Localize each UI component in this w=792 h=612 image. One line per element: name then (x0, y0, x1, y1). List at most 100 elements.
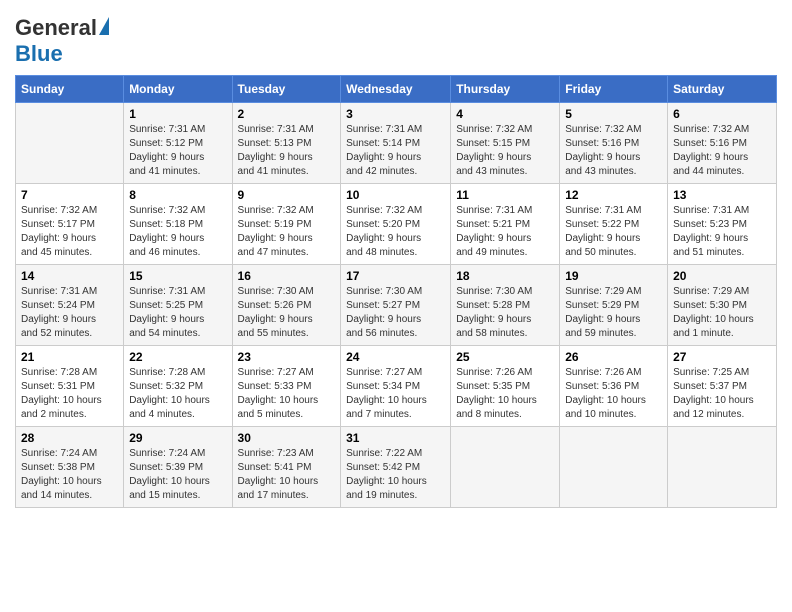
day-number: 21 (21, 350, 118, 364)
calendar-day-cell: 17 Sunrise: 7:30 AM Sunset: 5:27 PM Dayli… (341, 265, 451, 346)
calendar-day-cell: 16 Sunrise: 7:30 AM Sunset: 5:26 PM Dayli… (232, 265, 341, 346)
day-info: Sunrise: 7:25 AM Sunset: 5:37 PM Dayligh… (673, 366, 771, 422)
day-number: 19 (565, 269, 662, 283)
calendar-day-cell: 3 Sunrise: 7:31 AM Sunset: 5:14 PM Daylig… (341, 103, 451, 184)
day-number: 10 (346, 188, 445, 202)
day-info: Sunrise: 7:32 AM Sunset: 5:15 PM Dayligh… (456, 123, 554, 179)
day-number: 14 (21, 269, 118, 283)
calendar-day-cell: 20Sunrise: 7:29 AM Sunset: 5:30 PM Dayli… (668, 265, 777, 346)
calendar-week-row: 21Sunrise: 7:28 AM Sunset: 5:31 PM Dayli… (16, 346, 777, 427)
weekday-header-cell: Friday (560, 76, 668, 103)
page-header: General Blue (15, 15, 777, 67)
day-info: Sunrise: 7:30 AM Sunset: 5:27 PM Dayligh… (346, 285, 445, 341)
day-number: 5 (565, 107, 662, 121)
calendar-week-row: 28 Sunrise: 7:24 AM Sunset: 5:38 PM Dayli… (16, 427, 777, 508)
calendar-day-cell: 12 Sunrise: 7:31 AM Sunset: 5:22 PM Dayli… (560, 184, 668, 265)
day-number: 25 (456, 350, 554, 364)
calendar-day-cell: 1 Sunrise: 7:31 AM Sunset: 5:12 PM Daylig… (124, 103, 232, 184)
calendar-day-cell: 27Sunrise: 7:25 AM Sunset: 5:37 PM Dayli… (668, 346, 777, 427)
calendar-day-cell: 22 Sunrise: 7:28 AM Sunset: 5:32 PM Dayli… (124, 346, 232, 427)
day-info: Sunrise: 7:31 AM Sunset: 5:25 PM Dayligh… (129, 285, 226, 341)
calendar-day-cell: 11 Sunrise: 7:31 AM Sunset: 5:21 PM Dayli… (451, 184, 560, 265)
calendar-day-cell: 28 Sunrise: 7:24 AM Sunset: 5:38 PM Dayli… (16, 427, 124, 508)
day-info: Sunrise: 7:26 AM Sunset: 5:35 PM Dayligh… (456, 366, 554, 422)
day-number: 22 (129, 350, 226, 364)
day-info: Sunrise: 7:28 AM Sunset: 5:32 PM Dayligh… (129, 366, 226, 422)
day-number: 4 (456, 107, 554, 121)
day-number: 12 (565, 188, 662, 202)
weekday-header-cell: Thursday (451, 76, 560, 103)
logo: General Blue (15, 15, 109, 67)
calendar-day-cell: 25 Sunrise: 7:26 AM Sunset: 5:35 PM Dayli… (451, 346, 560, 427)
day-info: Sunrise: 7:31 AM Sunset: 5:23 PM Dayligh… (673, 204, 771, 260)
day-info: Sunrise: 7:31 AM Sunset: 5:13 PM Dayligh… (238, 123, 336, 179)
day-number: 7 (21, 188, 118, 202)
calendar-day-cell: 24Sunrise: 7:27 AM Sunset: 5:34 PM Dayli… (341, 346, 451, 427)
day-number: 1 (129, 107, 226, 121)
day-info: Sunrise: 7:31 AM Sunset: 5:24 PM Dayligh… (21, 285, 118, 341)
day-number: 30 (238, 431, 336, 445)
day-number: 3 (346, 107, 445, 121)
day-number: 28 (21, 431, 118, 445)
calendar-body: 1 Sunrise: 7:31 AM Sunset: 5:12 PM Daylig… (16, 103, 777, 508)
day-number: 8 (129, 188, 226, 202)
day-info: Sunrise: 7:30 AM Sunset: 5:26 PM Dayligh… (238, 285, 336, 341)
calendar-day-cell: 8 Sunrise: 7:32 AM Sunset: 5:18 PM Daylig… (124, 184, 232, 265)
calendar-day-cell: 7 Sunrise: 7:32 AM Sunset: 5:17 PM Daylig… (16, 184, 124, 265)
calendar-day-cell: 30Sunrise: 7:23 AM Sunset: 5:41 PM Dayli… (232, 427, 341, 508)
day-info: Sunrise: 7:31 AM Sunset: 5:22 PM Dayligh… (565, 204, 662, 260)
day-info: Sunrise: 7:32 AM Sunset: 5:18 PM Dayligh… (129, 204, 226, 260)
calendar-day-cell: 31Sunrise: 7:22 AM Sunset: 5:42 PM Dayli… (341, 427, 451, 508)
day-info: Sunrise: 7:30 AM Sunset: 5:28 PM Dayligh… (456, 285, 554, 341)
calendar-week-row: 14 Sunrise: 7:31 AM Sunset: 5:24 PM Dayli… (16, 265, 777, 346)
calendar-day-cell: 5 Sunrise: 7:32 AM Sunset: 5:16 PM Daylig… (560, 103, 668, 184)
calendar-day-cell: 19 Sunrise: 7:29 AM Sunset: 5:29 PM Dayli… (560, 265, 668, 346)
day-number: 6 (673, 107, 771, 121)
calendar-day-cell: 13Sunrise: 7:31 AM Sunset: 5:23 PM Dayli… (668, 184, 777, 265)
calendar-week-row: 1 Sunrise: 7:31 AM Sunset: 5:12 PM Daylig… (16, 103, 777, 184)
calendar-day-cell: 15 Sunrise: 7:31 AM Sunset: 5:25 PM Dayli… (124, 265, 232, 346)
calendar-day-cell: 6 Sunrise: 7:32 AM Sunset: 5:16 PM Daylig… (668, 103, 777, 184)
weekday-header-cell: Sunday (16, 76, 124, 103)
day-number: 24 (346, 350, 445, 364)
day-info: Sunrise: 7:32 AM Sunset: 5:19 PM Dayligh… (238, 204, 336, 260)
day-number: 23 (238, 350, 336, 364)
day-info: Sunrise: 7:24 AM Sunset: 5:39 PM Dayligh… (129, 447, 226, 503)
day-info: Sunrise: 7:27 AM Sunset: 5:33 PM Dayligh… (238, 366, 336, 422)
day-info: Sunrise: 7:31 AM Sunset: 5:14 PM Dayligh… (346, 123, 445, 179)
day-number: 16 (238, 269, 336, 283)
calendar-day-cell (560, 427, 668, 508)
logo-general: General (15, 15, 97, 41)
calendar-week-row: 7 Sunrise: 7:32 AM Sunset: 5:17 PM Daylig… (16, 184, 777, 265)
day-number: 18 (456, 269, 554, 283)
day-info: Sunrise: 7:32 AM Sunset: 5:17 PM Dayligh… (21, 204, 118, 260)
day-info: Sunrise: 7:31 AM Sunset: 5:21 PM Dayligh… (456, 204, 554, 260)
day-number: 17 (346, 269, 445, 283)
day-info: Sunrise: 7:31 AM Sunset: 5:12 PM Dayligh… (129, 123, 226, 179)
weekday-header-cell: Wednesday (341, 76, 451, 103)
calendar-day-cell: 4 Sunrise: 7:32 AM Sunset: 5:15 PM Daylig… (451, 103, 560, 184)
day-number: 11 (456, 188, 554, 202)
day-info: Sunrise: 7:32 AM Sunset: 5:16 PM Dayligh… (565, 123, 662, 179)
day-info: Sunrise: 7:29 AM Sunset: 5:30 PM Dayligh… (673, 285, 771, 341)
calendar-day-cell: 9Sunrise: 7:32 AM Sunset: 5:19 PM Daylig… (232, 184, 341, 265)
day-number: 15 (129, 269, 226, 283)
calendar-day-cell (451, 427, 560, 508)
day-number: 26 (565, 350, 662, 364)
day-info: Sunrise: 7:32 AM Sunset: 5:16 PM Dayligh… (673, 123, 771, 179)
calendar-day-cell: 18 Sunrise: 7:30 AM Sunset: 5:28 PM Dayli… (451, 265, 560, 346)
calendar-day-cell (668, 427, 777, 508)
logo-blue: Blue (15, 41, 63, 66)
day-info: Sunrise: 7:24 AM Sunset: 5:38 PM Dayligh… (21, 447, 118, 503)
day-info: Sunrise: 7:32 AM Sunset: 5:20 PM Dayligh… (346, 204, 445, 260)
weekday-header-row: SundayMondayTuesdayWednesdayThursdayFrid… (16, 76, 777, 103)
calendar-day-cell (16, 103, 124, 184)
day-number: 31 (346, 431, 445, 445)
calendar-day-cell: 10 Sunrise: 7:32 AM Sunset: 5:20 PM Dayli… (341, 184, 451, 265)
weekday-header-cell: Saturday (668, 76, 777, 103)
calendar-day-cell: 14 Sunrise: 7:31 AM Sunset: 5:24 PM Dayli… (16, 265, 124, 346)
day-info: Sunrise: 7:29 AM Sunset: 5:29 PM Dayligh… (565, 285, 662, 341)
day-info: Sunrise: 7:26 AM Sunset: 5:36 PM Dayligh… (565, 366, 662, 422)
calendar-day-cell: 29Sunrise: 7:24 AM Sunset: 5:39 PM Dayli… (124, 427, 232, 508)
weekday-header-cell: Tuesday (232, 76, 341, 103)
